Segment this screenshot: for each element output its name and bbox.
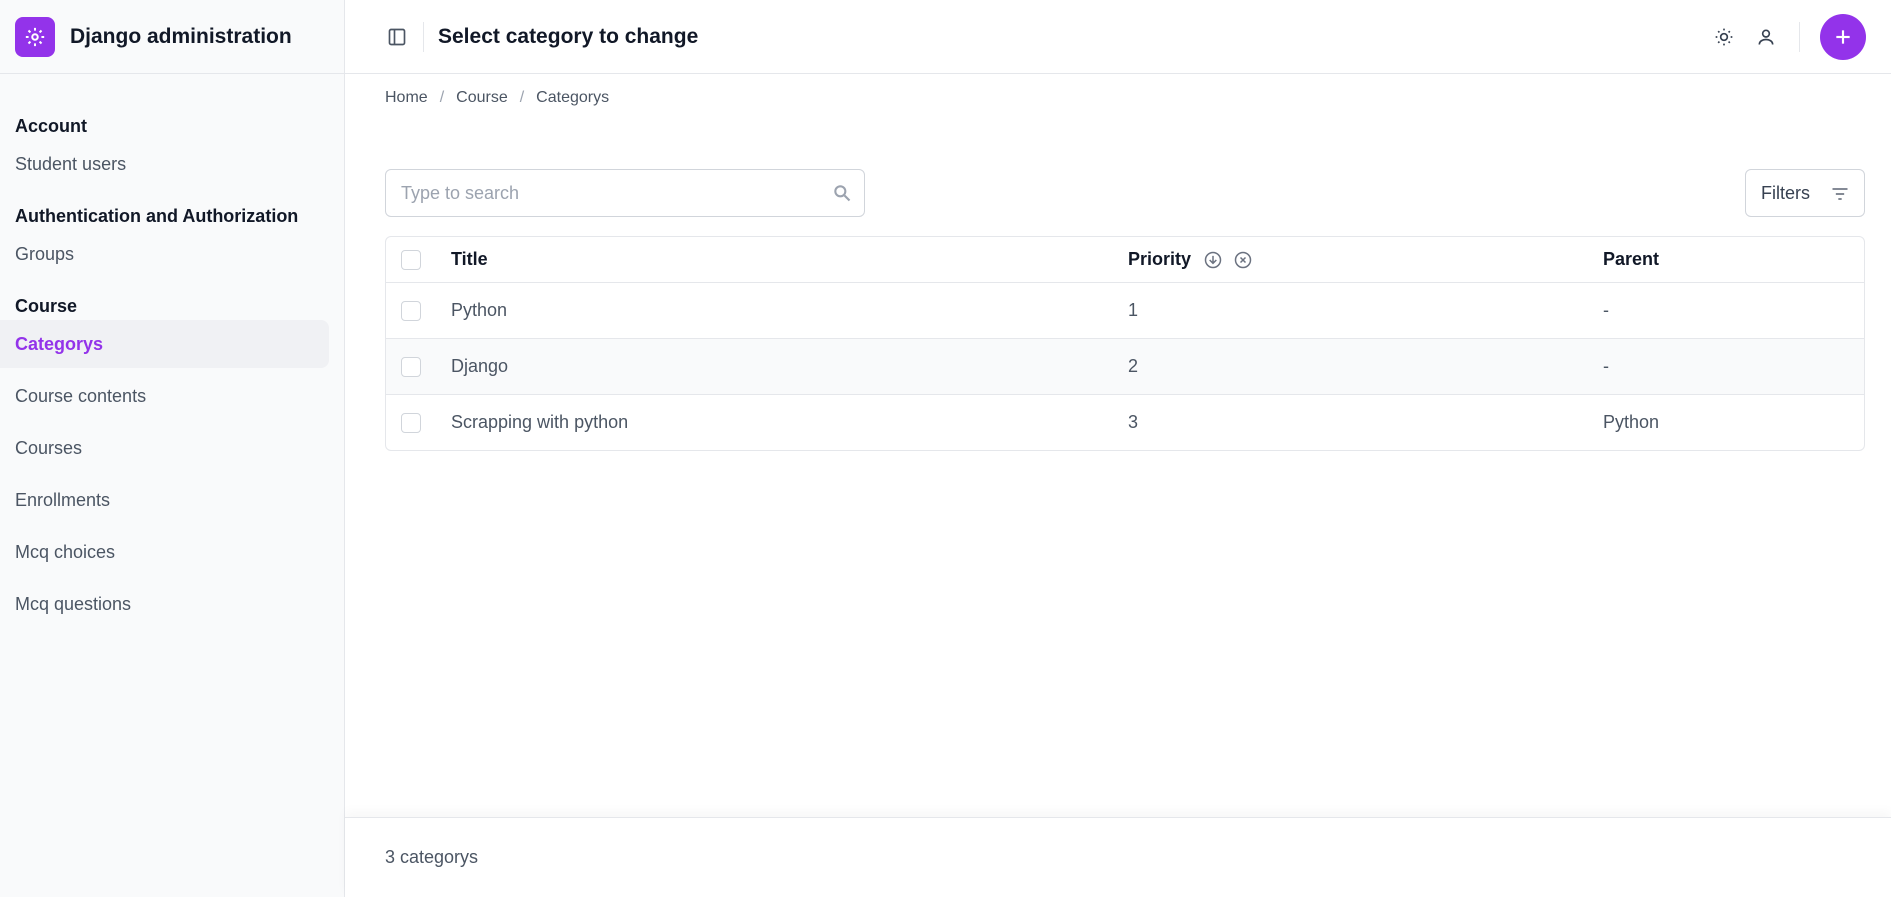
brand-title: Django administration — [70, 24, 292, 48]
filters-button[interactable]: Filters — [1745, 169, 1865, 217]
breadcrumb: Home / Course / Categorys — [385, 89, 609, 107]
breadcrumb-separator: / — [439, 89, 445, 106]
select-all-checkbox[interactable] — [401, 249, 421, 270]
results-table: Title Priority Parent Python 1 - Django … — [385, 236, 1865, 451]
search-icon[interactable] — [832, 183, 852, 203]
gear-icon — [15, 16, 55, 57]
breadcrumb-course[interactable]: Course — [456, 89, 508, 107]
column-header-priority[interactable]: Priority — [1128, 249, 1191, 270]
sidebar-item-enrollments[interactable]: Enrollments — [0, 476, 329, 524]
row-priority: 1 — [1128, 300, 1139, 320]
sidebar-item-groups[interactable]: Groups — [0, 230, 329, 278]
row-checkbox[interactable] — [401, 300, 421, 321]
table-row: Django 2 - — [386, 338, 1864, 394]
row-title-link[interactable]: Django — [451, 356, 1128, 377]
row-checkbox[interactable] — [401, 412, 421, 433]
row-priority: 3 — [1128, 412, 1139, 432]
sidebar-item-courses[interactable]: Courses — [0, 424, 329, 472]
column-header-parent: Parent — [1603, 249, 1660, 269]
sidebar-nav: Account Student users Authentication and… — [0, 74, 344, 628]
user-account-icon[interactable] — [1753, 24, 1779, 50]
breadcrumb-separator: / — [519, 89, 525, 106]
breadcrumb-categorys: Categorys — [536, 89, 610, 106]
sidebar-item-mcq-questions[interactable]: Mcq questions — [0, 580, 329, 628]
result-count: 3 categorys — [385, 847, 479, 867]
theme-toggle-sun-icon[interactable] — [1711, 24, 1737, 50]
row-title-link[interactable]: Scrapping with python — [451, 412, 1128, 433]
sidebar-toggle-icon[interactable] — [385, 25, 409, 49]
nav-group-course: Course — [15, 296, 78, 316]
top-header: Select category to change — [345, 0, 1891, 74]
filters-label: Filters — [1761, 182, 1810, 203]
sidebar: Django administration Account Student us… — [0, 0, 345, 897]
brand[interactable]: Django administration — [0, 0, 344, 74]
sidebar-item-student-users[interactable]: Student users — [0, 140, 329, 188]
table-row: Scrapping with python 3 Python — [386, 394, 1864, 450]
nav-group-account: Account — [15, 116, 87, 136]
sidebar-item-course-contents[interactable]: Course contents — [0, 372, 329, 420]
sidebar-item-categorys[interactable]: Categorys — [0, 320, 329, 368]
breadcrumb-home[interactable]: Home — [385, 89, 428, 107]
table-header-row: Title Priority Parent — [386, 237, 1864, 282]
header-divider — [423, 21, 424, 52]
results-footer: 3 categorys — [345, 817, 1891, 897]
filter-icon — [1832, 188, 1848, 200]
plus-icon — [1836, 29, 1850, 44]
nav-group-auth: Authentication and Authorization — [15, 206, 299, 226]
add-category-button[interactable] — [1820, 13, 1866, 60]
sidebar-item-mcq-choices[interactable]: Mcq choices — [0, 528, 329, 576]
row-parent: - — [1603, 356, 1609, 376]
row-checkbox[interactable] — [401, 356, 421, 377]
search-box — [385, 169, 865, 217]
row-title-link[interactable]: Python — [451, 300, 1128, 321]
column-header-title[interactable]: Title — [451, 249, 1128, 270]
sort-descending-icon[interactable] — [1203, 250, 1223, 270]
row-parent[interactable]: Python — [1603, 412, 1864, 433]
search-input[interactable] — [386, 182, 832, 204]
remove-sort-icon[interactable] — [1233, 250, 1253, 270]
header-divider — [1799, 21, 1800, 52]
page-title: Select category to change — [438, 24, 699, 48]
table-row: Python 1 - — [386, 282, 1864, 338]
row-priority: 2 — [1128, 356, 1139, 376]
row-parent: - — [1603, 300, 1609, 320]
